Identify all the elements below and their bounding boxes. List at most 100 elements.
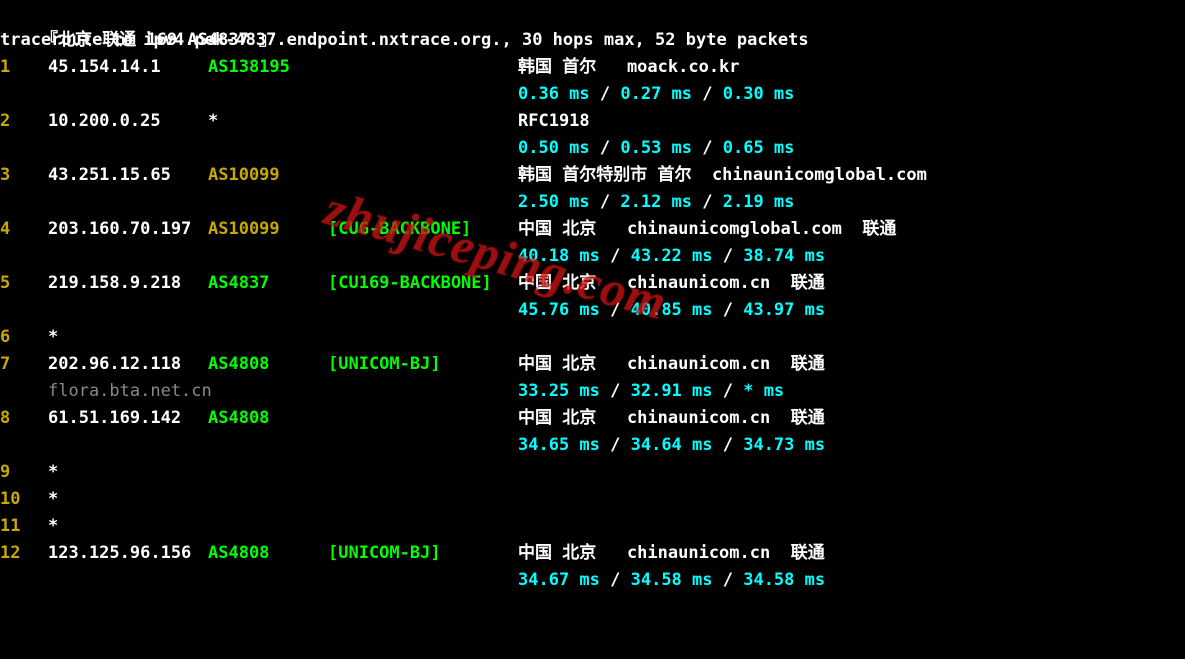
hop-location: 韩国 首尔特别市 首尔 chinaunicomglobal.com (518, 162, 927, 189)
latency-separator: / (600, 435, 631, 455)
hop-ip: 61.51.169.142 (48, 405, 208, 432)
hop-latency-pad (0, 81, 48, 108)
hop-latency-pad (208, 243, 328, 270)
terminal-output: 『北京 联通 169 AS4837 』 traceroute to ipv4.p… (0, 0, 1185, 594)
hop-asn: AS4808 (208, 540, 328, 567)
hop-latency: 34.73 ms (743, 435, 825, 455)
hop-latency-pad (0, 243, 48, 270)
hop-latency: 2.19 ms (723, 192, 795, 212)
hop-location: 中国 北京 chinaunicom.cn 联通 (518, 540, 825, 567)
hop-asn: * (208, 108, 328, 135)
hop-latency-pad (0, 135, 48, 162)
hop-latency-pad (328, 189, 518, 216)
hop-latency-pad (0, 378, 48, 405)
hop-ip: 43.251.15.65 (48, 162, 208, 189)
hop-latency-pad (0, 297, 48, 324)
hop-row: 343.251.15.65AS10099 韩国 首尔特别市 首尔 chinauni… (0, 162, 1185, 189)
latency-separator: / (713, 570, 744, 590)
latency-separator: / (600, 246, 631, 266)
hop-ip: 219.158.9.218 (48, 270, 208, 297)
latency-separator: / (600, 570, 631, 590)
hop-latency: 45.76 ms (518, 300, 600, 320)
hop-latency: 38.74 ms (743, 246, 825, 266)
hop-number: 7 (0, 351, 48, 378)
hop-latency-row: 2.50 ms / 2.12 ms / 2.19 ms (0, 189, 1185, 216)
hop-row: 6* (0, 324, 1185, 351)
hop-row: 10* (0, 486, 1185, 513)
hop-ip: * (48, 513, 208, 540)
hop-latency-pad (48, 189, 208, 216)
hop-asn: AS4808 (208, 351, 328, 378)
hop-location: 韩国 首尔 moack.co.kr (518, 54, 740, 81)
hop-row: 5219.158.9.218AS4837[CU169-BACKBONE]中国 北… (0, 270, 1185, 297)
hop-latency-pad (328, 81, 518, 108)
latency-separator: / (713, 246, 744, 266)
hop-latency-row: flora.bta.net.cn 33.25 ms / 32.91 ms / *… (0, 378, 1185, 405)
hop-latency-pad (328, 567, 518, 594)
hop-latency-pad (208, 189, 328, 216)
hop-latency: 34.65 ms (518, 435, 600, 455)
hop-row: 9* (0, 459, 1185, 486)
latency-separator: / (600, 381, 631, 401)
hop-latency-row: 34.65 ms / 34.64 ms / 34.73 ms (0, 432, 1185, 459)
hop-latency: 0.53 ms (620, 138, 692, 158)
hop-latency: 33.25 ms (518, 381, 600, 401)
hop-latency-pad (0, 567, 48, 594)
hop-latency-pad (48, 81, 208, 108)
hop-number: 12 (0, 540, 48, 567)
hop-latency: 40.85 ms (631, 300, 713, 320)
hop-ip: 203.160.70.197 (48, 216, 208, 243)
hop-latency: 0.50 ms (518, 138, 590, 158)
hop-latency: 43.22 ms (631, 246, 713, 266)
hop-list: 145.154.14.1AS138195韩国 首尔 moack.co.kr 0.… (0, 54, 1185, 594)
hop-asn: AS138195 (208, 54, 328, 81)
hop-latency-pad (48, 297, 208, 324)
hop-row: 12123.125.96.156AS4808[UNICOM-BJ]中国 北京 c… (0, 540, 1185, 567)
hop-network: [CU169-BACKBONE] (328, 270, 518, 297)
hop-latency-pad (328, 297, 518, 324)
latency-separator: / (590, 138, 621, 158)
hop-row: 11* (0, 513, 1185, 540)
hop-latency-pad (0, 189, 48, 216)
hop-latency-pad (48, 432, 208, 459)
hop-number: 11 (0, 513, 48, 540)
hop-latency-pad (208, 432, 328, 459)
hop-location: 中国 北京 chinaunicomglobal.com 联通 (518, 216, 896, 243)
hop-number: 10 (0, 486, 48, 513)
hop-ip: * (48, 486, 208, 513)
hop-number: 9 (0, 459, 48, 486)
hop-latency-row: 45.76 ms / 40.85 ms / 43.97 ms (0, 297, 1185, 324)
hop-latency-pad (208, 378, 328, 405)
hop-asn: AS10099 (208, 162, 328, 189)
hop-ip: 202.96.12.118 (48, 351, 208, 378)
hop-latency-pad (0, 432, 48, 459)
hop-number: 4 (0, 216, 48, 243)
hop-asn: AS4808 (208, 405, 328, 432)
header-line: 『北京 联通 169 AS4837 』 (0, 0, 1185, 27)
hop-latency: 2.50 ms (518, 192, 590, 212)
hop-latency: * ms (743, 381, 784, 401)
traceroute-command-line: traceroute to ipv4.pek-4837.endpoint.nxt… (0, 27, 1185, 54)
hop-latency: 0.27 ms (620, 84, 692, 104)
hop-ip: 123.125.96.156 (48, 540, 208, 567)
hop-latency: 40.18 ms (518, 246, 600, 266)
latency-separator: / (692, 138, 723, 158)
hop-latency-pad (328, 432, 518, 459)
hop-number: 3 (0, 162, 48, 189)
hop-latency: 32.91 ms (631, 381, 713, 401)
hop-number: 5 (0, 270, 48, 297)
latency-separator: / (590, 84, 621, 104)
hop-latency-pad (208, 135, 328, 162)
hop-latency-row: 0.50 ms / 0.53 ms / 0.65 ms (0, 135, 1185, 162)
hop-location: 中国 北京 chinaunicom.cn 联通 (518, 405, 825, 432)
hop-row: 145.154.14.1AS138195韩国 首尔 moack.co.kr (0, 54, 1185, 81)
latency-separator: / (600, 300, 631, 320)
hop-ip: 45.154.14.1 (48, 54, 208, 81)
hop-row: 4203.160.70.197AS10099[CUG-BACKBONE]中国 北… (0, 216, 1185, 243)
hop-ip: 10.200.0.25 (48, 108, 208, 135)
hop-latency: 34.64 ms (631, 435, 713, 455)
hop-location: 中国 北京 chinaunicom.cn 联通 (518, 351, 825, 378)
hop-latency: 0.30 ms (723, 84, 795, 104)
latency-separator: / (590, 192, 621, 212)
hop-asn: AS10099 (208, 216, 328, 243)
